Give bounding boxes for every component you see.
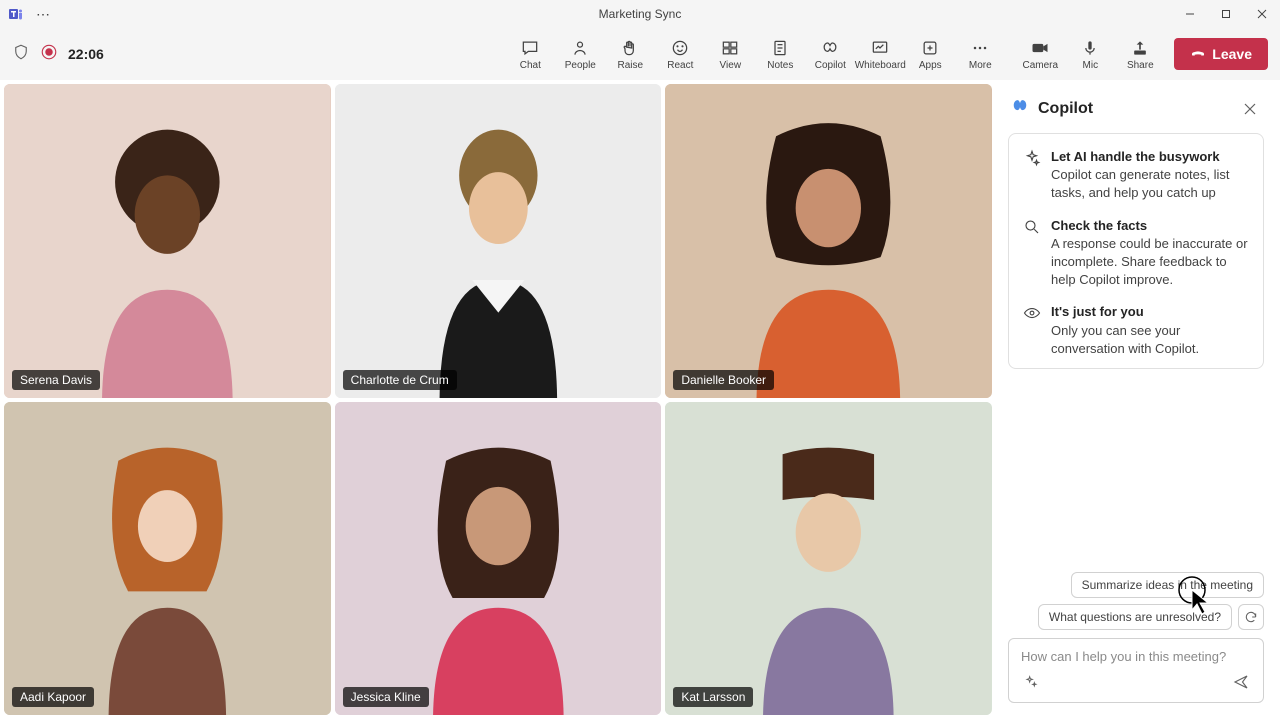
suggestion-chip[interactable]: Summarize ideas in the meeting: [1071, 572, 1264, 598]
participant-video: [665, 84, 992, 398]
video-grid: Serena Davis Charlotte de Crum Danielle …: [4, 84, 992, 715]
video-tile[interactable]: Jessica Kline: [335, 402, 662, 716]
meeting-title: Marketing Sync: [599, 7, 682, 21]
participant-name: Serena Davis: [12, 370, 100, 390]
close-button[interactable]: [1244, 0, 1280, 28]
copilot-panel: Copilot Let AI handle the busyworkCopilo…: [996, 84, 1276, 715]
copilot-button[interactable]: Copilot: [806, 31, 854, 77]
people-button[interactable]: People: [556, 31, 604, 77]
whiteboard-button[interactable]: Whiteboard: [856, 31, 904, 77]
refresh-suggestions-button[interactable]: [1238, 604, 1264, 630]
copilot-close-button[interactable]: [1238, 97, 1262, 121]
copilot-text-input[interactable]: [1021, 649, 1251, 664]
notes-button[interactable]: Notes: [756, 31, 804, 77]
sparkle-action-icon[interactable]: [1021, 672, 1041, 692]
copilot-suggestions: Summarize ideas in the meeting What ques…: [996, 572, 1276, 638]
eye-icon: [1023, 304, 1041, 322]
mic-icon: [1080, 38, 1100, 58]
teams-app-icon: [8, 6, 24, 22]
more-icon: [970, 38, 990, 58]
mic-button[interactable]: Mic: [1066, 31, 1114, 77]
meeting-timer: 22:06: [68, 46, 104, 62]
participant-video: [335, 84, 662, 398]
magnify-icon: [1023, 218, 1041, 236]
card-item: Check the factsA response could be inacc…: [1023, 217, 1249, 290]
copilot-title: Copilot: [1038, 100, 1230, 118]
apps-icon: [920, 38, 940, 58]
copilot-intro-card: Let AI handle the busyworkCopilot can ge…: [1008, 133, 1264, 369]
participant-video: [4, 402, 331, 716]
send-button[interactable]: [1231, 672, 1251, 692]
card-item: It's just for youOnly you can see your c…: [1023, 303, 1249, 358]
chat-icon: [520, 38, 540, 58]
maximize-button[interactable]: [1208, 0, 1244, 28]
raise-hand-icon: [620, 38, 640, 58]
notes-icon: [770, 38, 790, 58]
minimize-button[interactable]: [1172, 0, 1208, 28]
shield-icon: [12, 43, 30, 66]
participant-name: Aadi Kapoor: [12, 687, 94, 707]
participant-video: [665, 402, 992, 716]
titlebar-more-icon[interactable]: ⋯: [32, 4, 54, 25]
participant-name: Jessica Kline: [343, 687, 429, 707]
camera-icon: [1030, 38, 1050, 58]
video-tile[interactable]: Danielle Booker: [665, 84, 992, 398]
share-icon: [1130, 38, 1150, 58]
participant-name: Charlotte de Crum: [343, 370, 457, 390]
leave-button[interactable]: Leave: [1174, 38, 1268, 70]
view-icon: [720, 38, 740, 58]
more-button[interactable]: More: [956, 31, 1004, 77]
record-icon: [40, 43, 58, 66]
video-tile[interactable]: Aadi Kapoor: [4, 402, 331, 716]
copilot-icon: [820, 38, 840, 58]
leave-icon: [1190, 46, 1206, 62]
video-tile[interactable]: Charlotte de Crum: [335, 84, 662, 398]
camera-button[interactable]: Camera: [1016, 31, 1064, 77]
react-icon: [670, 38, 690, 58]
participant-name: Danielle Booker: [673, 370, 774, 390]
sparkle-icon: [1023, 149, 1041, 167]
participant-video: [335, 402, 662, 716]
card-item: Let AI handle the busyworkCopilot can ge…: [1023, 148, 1249, 203]
video-tile[interactable]: Kat Larsson: [665, 402, 992, 716]
participant-video: [4, 84, 331, 398]
view-button[interactable]: View: [706, 31, 754, 77]
window-controls: [1172, 0, 1280, 28]
share-button[interactable]: Share: [1116, 31, 1164, 77]
chat-button[interactable]: Chat: [506, 31, 554, 77]
apps-button[interactable]: Apps: [906, 31, 954, 77]
copilot-header: Copilot: [996, 84, 1276, 133]
copilot-logo-icon: [1010, 96, 1030, 121]
whiteboard-icon: [870, 38, 890, 58]
copilot-input-box[interactable]: [1008, 638, 1264, 703]
react-button[interactable]: React: [656, 31, 704, 77]
people-icon: [570, 38, 590, 58]
meeting-toolbar: 22:06 Chat People Raise React View Notes: [0, 28, 1280, 80]
suggestion-chip[interactable]: What questions are unresolved?: [1038, 604, 1232, 630]
participant-name: Kat Larsson: [673, 687, 753, 707]
raise-button[interactable]: Raise: [606, 31, 654, 77]
video-tile[interactable]: Serena Davis: [4, 84, 331, 398]
titlebar: ⋯ Marketing Sync: [0, 0, 1280, 28]
